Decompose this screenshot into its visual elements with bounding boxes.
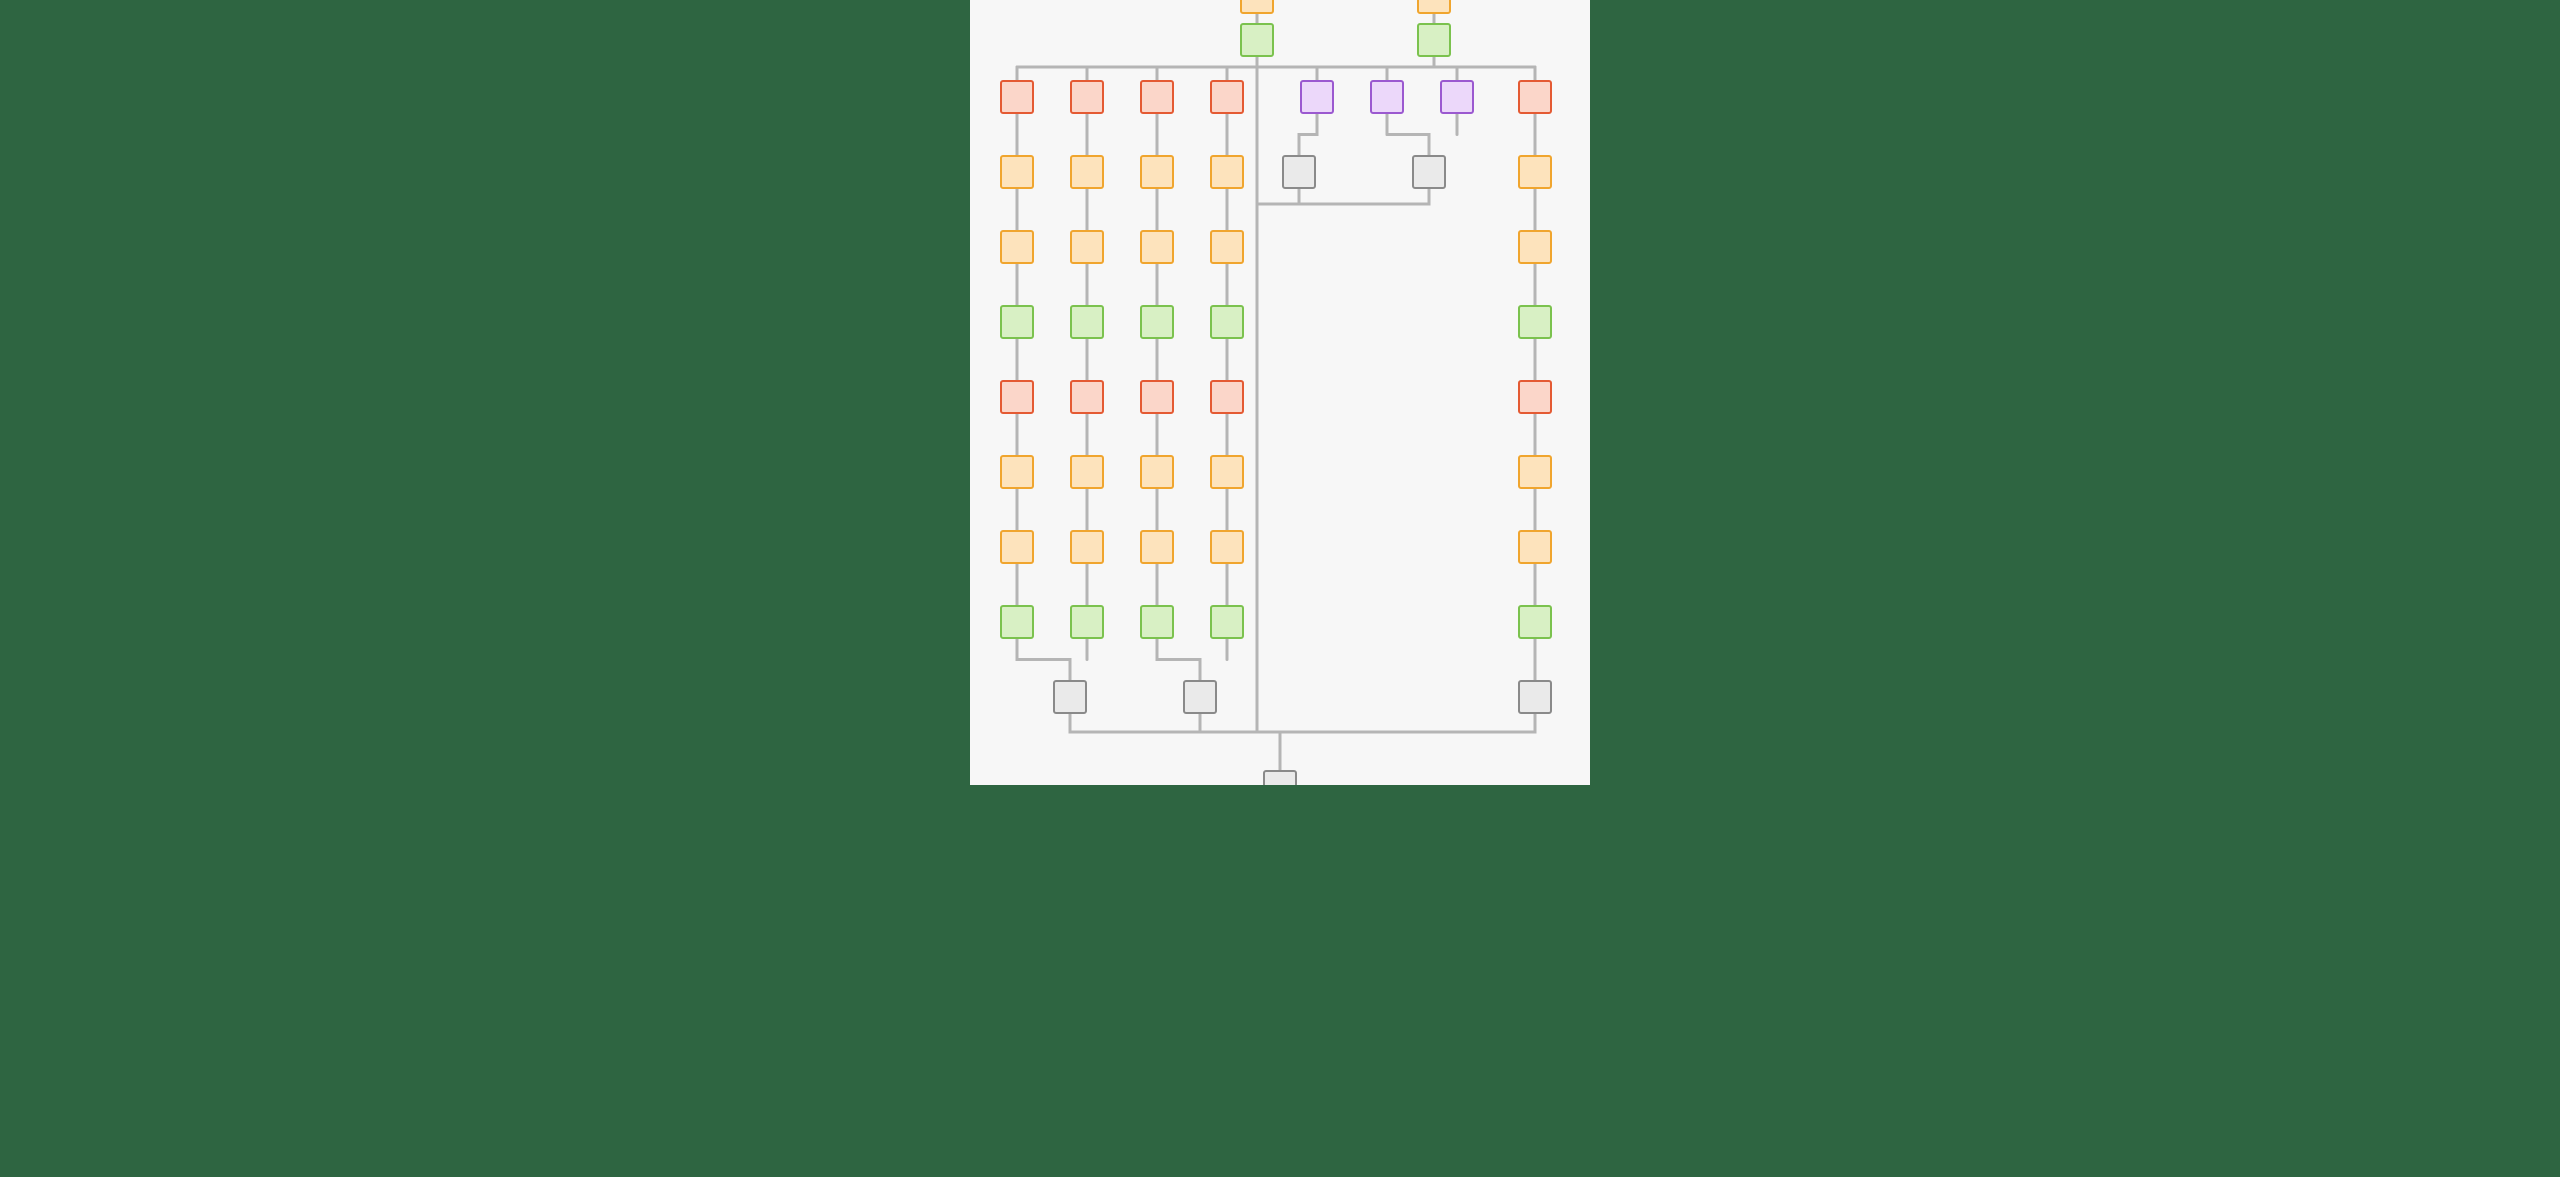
left-col2-row0 [1140,80,1174,114]
left-col2-row5 [1140,455,1174,489]
left-col1-row3 [1070,305,1104,339]
purple-0 [1300,80,1334,114]
left-col2-row6 [1140,530,1174,564]
gray-bottom-0 [1053,680,1087,714]
right-row0 [1518,80,1552,114]
purple-1 [1370,80,1404,114]
left-col0-row4 [1000,380,1034,414]
left-col0-row6 [1000,530,1034,564]
right-row5 [1518,455,1552,489]
top-orange-stub-1 [1417,0,1451,14]
top-orange-stub-0 [1240,0,1274,14]
left-col0-row7 [1000,605,1034,639]
left-col0-row0 [1000,80,1034,114]
left-col2-row7 [1140,605,1174,639]
left-col1-row2 [1070,230,1104,264]
sink-stub [1263,770,1297,785]
left-col3-row0 [1210,80,1244,114]
left-col3-row5 [1210,455,1244,489]
connection-layer [970,0,1590,785]
right-row6 [1518,530,1552,564]
left-col3-row6 [1210,530,1244,564]
left-col0-row3 [1000,305,1034,339]
left-col0-row2 [1000,230,1034,264]
left-col0-row5 [1000,455,1034,489]
left-col3-row2 [1210,230,1244,264]
purple-2 [1440,80,1474,114]
right-row2 [1518,230,1552,264]
right-row7 [1518,605,1552,639]
left-col3-row7 [1210,605,1244,639]
top-green-1 [1417,23,1451,57]
left-col2-row3 [1140,305,1174,339]
left-col1-row4 [1070,380,1104,414]
left-col2-row4 [1140,380,1174,414]
left-col3-row4 [1210,380,1244,414]
left-col1-row7 [1070,605,1104,639]
left-col1-row0 [1070,80,1104,114]
gray-mid-1 [1412,155,1446,189]
left-col1-row5 [1070,455,1104,489]
gray-mid-0 [1282,155,1316,189]
gray-bottom-1 [1183,680,1217,714]
left-col3-row3 [1210,305,1244,339]
left-col3-row1 [1210,155,1244,189]
left-col1-row1 [1070,155,1104,189]
right-row4 [1518,380,1552,414]
left-col0-row1 [1000,155,1034,189]
left-col1-row6 [1070,530,1104,564]
right-row3 [1518,305,1552,339]
gray-bottom-2 [1518,680,1552,714]
right-row1 [1518,155,1552,189]
top-green-0 [1240,23,1274,57]
left-col2-row1 [1140,155,1174,189]
left-col2-row2 [1140,230,1174,264]
diagram-canvas [970,0,1590,785]
